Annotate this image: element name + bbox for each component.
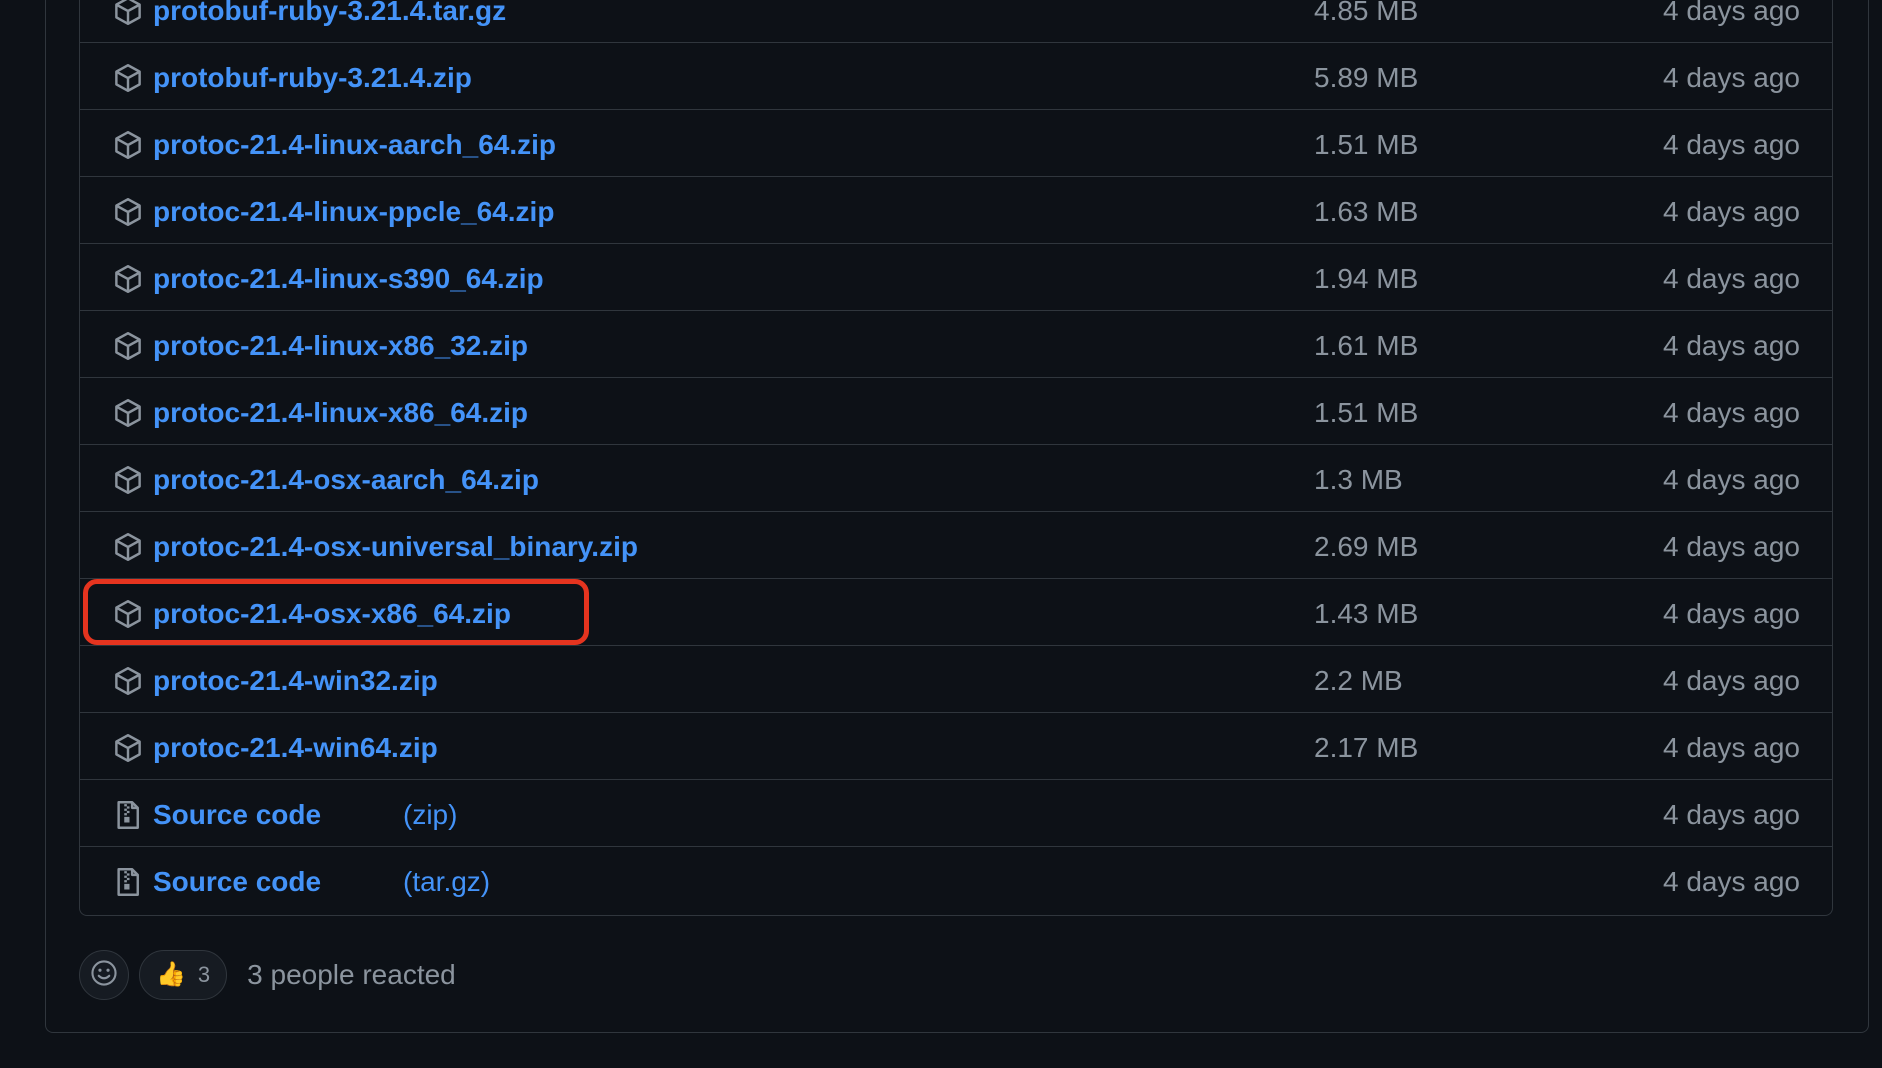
package-icon	[113, 599, 143, 629]
asset-size: 5.89 MB	[1314, 62, 1419, 93]
thumbs-up-reaction-button[interactable]: 👍 3	[139, 950, 228, 1000]
package-icon	[113, 532, 143, 562]
file-zip-icon	[113, 800, 143, 830]
asset-row: protoc-21.4-win64.zip 2.17 MB 4 days ago	[80, 713, 1832, 780]
package-icon	[113, 465, 143, 495]
asset-size: 2.17 MB	[1314, 732, 1419, 763]
asset-date: 4 days ago	[1663, 866, 1800, 897]
asset-download-link[interactable]: protoc-21.4-win32.zip	[153, 664, 438, 698]
asset-row: protoc-21.4-linux-ppcle_64.zip 1.63 MB 4…	[80, 177, 1832, 244]
asset-download-link[interactable]: protoc-21.4-osx-universal_binary.zip	[153, 530, 638, 564]
asset-download-link[interactable]: protoc-21.4-linux-ppcle_64.zip	[153, 195, 554, 229]
asset-date: 4 days ago	[1663, 531, 1800, 562]
assets-list: protobuf-ruby-3.21.4.tar.gz 4.85 MB 4 da…	[80, 0, 1832, 914]
asset-download-link[interactable]: protoc-21.4-linux-s390_64.zip	[153, 262, 544, 296]
reaction-count: 3	[197, 962, 211, 987]
asset-size: 1.51 MB	[1314, 397, 1419, 428]
asset-date: 4 days ago	[1663, 732, 1800, 763]
asset-size: 2.69 MB	[1314, 531, 1419, 562]
asset-row: protoc-21.4-linux-x86_32.zip 1.61 MB 4 d…	[80, 311, 1832, 378]
package-icon	[113, 130, 143, 160]
reaction-summary: 3 people reacted	[247, 959, 456, 990]
asset-download-link[interactable]: protoc-21.4-linux-aarch_64.zip	[153, 128, 556, 162]
package-icon	[113, 197, 143, 227]
asset-row: protoc-21.4-linux-x86_64.zip 1.51 MB 4 d…	[80, 378, 1832, 445]
asset-row: protobuf-ruby-3.21.4.zip 5.89 MB 4 days …	[80, 43, 1832, 110]
asset-date: 4 days ago	[1663, 129, 1800, 160]
asset-download-link[interactable]: protobuf-ruby-3.21.4.zip	[153, 61, 472, 95]
asset-row: protoc-21.4-linux-aarch_64.zip 1.51 MB 4…	[80, 110, 1832, 177]
file-zip-icon	[113, 867, 143, 897]
source-code-tar-link[interactable]: Source code	[153, 865, 321, 899]
asset-date: 4 days ago	[1663, 196, 1800, 227]
asset-size: 1.63 MB	[1314, 196, 1419, 227]
package-icon	[113, 264, 143, 294]
asset-row-source-zip: Source code (zip) 4 days ago	[80, 780, 1832, 847]
package-icon	[113, 398, 143, 428]
asset-size: 1.43 MB	[1314, 598, 1419, 629]
package-icon	[113, 733, 143, 763]
package-icon	[113, 0, 143, 26]
package-icon	[113, 331, 143, 361]
source-code-format[interactable]: (zip)	[403, 798, 457, 832]
asset-row-highlighted: protoc-21.4-osx-x86_64.zip 1.43 MB 4 day…	[80, 579, 1832, 646]
source-code-zip-link[interactable]: Source code	[153, 798, 321, 832]
asset-row: protobuf-ruby-3.21.4.tar.gz 4.85 MB 4 da…	[80, 0, 1832, 43]
asset-row: protoc-21.4-linux-s390_64.zip 1.94 MB 4 …	[80, 244, 1832, 311]
asset-date: 4 days ago	[1663, 62, 1800, 93]
asset-row: protoc-21.4-osx-aarch_64.zip 1.3 MB 4 da…	[80, 445, 1832, 512]
reactions-bar: 👍 3 3 people reacted	[79, 949, 456, 1001]
asset-download-link[interactable]: protoc-21.4-osx-aarch_64.zip	[153, 463, 539, 497]
asset-row-source-tar: Source code (tar.gz) 4 days ago	[80, 847, 1832, 914]
asset-download-link[interactable]: protobuf-ruby-3.21.4.tar.gz	[153, 0, 506, 28]
package-icon	[113, 63, 143, 93]
add-reaction-button[interactable]	[79, 950, 129, 1000]
thumbs-up-icon: 👍	[156, 961, 186, 988]
smiley-icon	[90, 959, 118, 992]
source-code-format[interactable]: (tar.gz)	[403, 865, 490, 899]
asset-date: 4 days ago	[1663, 263, 1800, 294]
asset-size: 2.2 MB	[1314, 665, 1403, 696]
asset-size: 1.3 MB	[1314, 464, 1403, 495]
asset-date: 4 days ago	[1663, 665, 1800, 696]
asset-download-link[interactable]: protoc-21.4-win64.zip	[153, 731, 438, 765]
package-icon	[113, 666, 143, 696]
asset-download-link[interactable]: protoc-21.4-linux-x86_32.zip	[153, 329, 528, 363]
asset-date: 4 days ago	[1663, 464, 1800, 495]
asset-row: protoc-21.4-osx-universal_binary.zip 2.6…	[80, 512, 1832, 579]
asset-size: 4.85 MB	[1314, 0, 1419, 26]
asset-download-link[interactable]: protoc-21.4-linux-x86_64.zip	[153, 396, 528, 430]
asset-date: 4 days ago	[1663, 799, 1800, 830]
asset-date: 4 days ago	[1663, 0, 1800, 26]
asset-size: 1.94 MB	[1314, 263, 1419, 294]
asset-date: 4 days ago	[1663, 330, 1800, 361]
asset-date: 4 days ago	[1663, 598, 1800, 629]
asset-row: protoc-21.4-win32.zip 2.2 MB 4 days ago	[80, 646, 1832, 713]
asset-download-link[interactable]: protoc-21.4-osx-x86_64.zip	[153, 597, 511, 631]
asset-size: 1.51 MB	[1314, 129, 1419, 160]
asset-date: 4 days ago	[1663, 397, 1800, 428]
asset-size: 1.61 MB	[1314, 330, 1419, 361]
